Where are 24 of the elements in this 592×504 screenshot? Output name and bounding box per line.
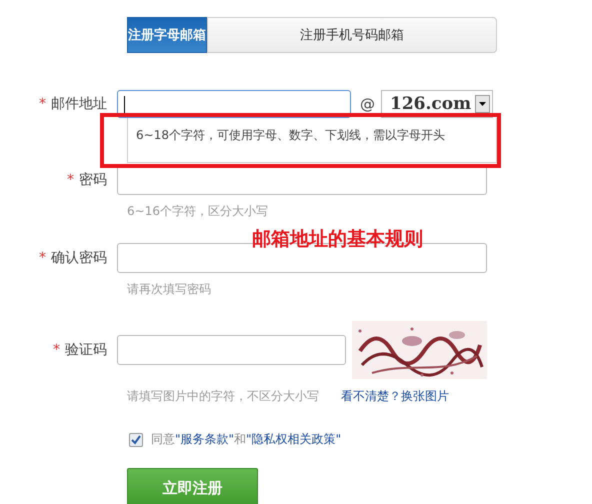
terms-link[interactable]: "隐私权相关政策" <box>246 432 342 446</box>
input-field[interactable] <box>117 165 487 195</box>
refresh-link[interactable]: 看不清楚？换张图片 <box>341 388 449 405</box>
hint-text: 请填写图片中的字符，不区分大小写 <box>127 388 319 405</box>
hint-text: 6~16个字符，区分大小写 <box>127 203 268 220</box>
hint-text: 6~18个字符，可使用字母、数字、下划线，需以字母开头 <box>136 127 445 144</box>
agreement-text: 同意"服务条款"和"隐私权相关政策" <box>151 431 342 448</box>
dropdown-icon[interactable] <box>475 95 490 113</box>
field-label: 确认密码 <box>51 250 107 266</box>
required-mark: * <box>67 172 74 188</box>
required-mark: * <box>53 342 60 358</box>
hint-text: 请再次填写密码 <box>127 281 211 298</box>
required-mark: * <box>39 250 46 266</box>
at-sign: @ <box>360 95 375 113</box>
input-field[interactable] <box>117 335 346 365</box>
domain-select[interactable]: 126.com <box>381 90 493 118</box>
field-label: 验证码 <box>65 342 107 358</box>
annotation-text: 邮箱地址的基本规则 <box>252 227 423 252</box>
checkbox[interactable] <box>129 432 143 446</box>
tab[interactable]: 注册字母邮箱 <box>127 17 207 53</box>
field-label: 密码 <box>79 172 107 188</box>
required-mark: * <box>39 96 46 112</box>
terms-link[interactable]: "服务条款" <box>175 432 234 446</box>
field-label: 邮件地址 <box>51 96 107 112</box>
